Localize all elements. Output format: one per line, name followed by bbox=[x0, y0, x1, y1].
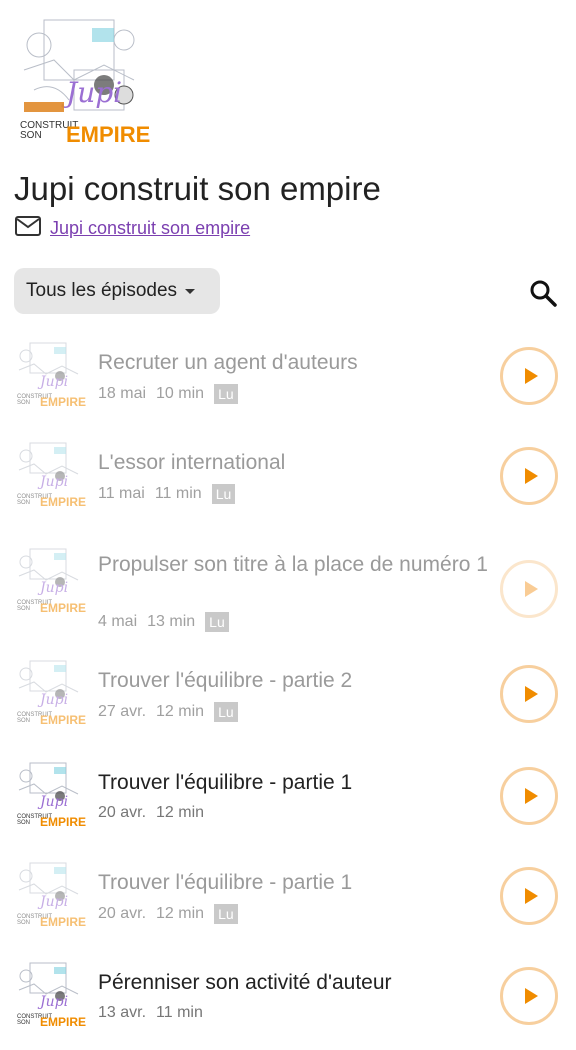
mail-icon[interactable] bbox=[14, 215, 42, 242]
episode-duration: 12 min bbox=[156, 703, 205, 720]
search-icon[interactable] bbox=[528, 278, 558, 308]
played-badge: Lu bbox=[214, 904, 238, 924]
author-row: Jupi construit son empire bbox=[14, 214, 250, 242]
play-icon bbox=[524, 581, 538, 597]
episode-date: 13 avr. bbox=[98, 1004, 147, 1021]
episode-title[interactable]: Pérenniser son activité d'auteur bbox=[98, 968, 498, 998]
play-icon bbox=[524, 368, 538, 384]
thumb-cover-sub2: SON bbox=[17, 820, 30, 826]
episode-duration: 12 min bbox=[156, 804, 205, 821]
episode-thumbnail: Jupi CONSTRUIT SON EMPIRE bbox=[14, 758, 86, 830]
play-icon bbox=[524, 988, 538, 1004]
svg-text:Jupi: Jupi bbox=[61, 76, 122, 109]
thumb-cover-title: Jupi bbox=[37, 894, 68, 910]
episode-thumbnail: Jupi CONSTRUIT SON EMPIRE bbox=[14, 544, 86, 616]
podcast-cover: Jupi CONSTRUIT SON EMPIRE bbox=[14, 10, 154, 150]
thumb-cover-title: Jupi bbox=[37, 580, 68, 596]
play-icon bbox=[524, 788, 538, 804]
play-icon bbox=[524, 888, 538, 904]
played-badge: Lu bbox=[214, 702, 238, 722]
episode-meta: 20 avr. 12 min Lu bbox=[98, 904, 238, 924]
episode-thumbnail: Jupi CONSTRUIT SON EMPIRE bbox=[14, 958, 86, 1030]
thumb-cover-sub2: SON bbox=[17, 400, 30, 406]
chevron-down-icon bbox=[185, 288, 196, 294]
play-button[interactable] bbox=[500, 665, 558, 723]
author-link[interactable]: Jupi construit son empire bbox=[50, 218, 250, 239]
play-button[interactable] bbox=[500, 347, 558, 405]
episode-meta: 20 avr. 12 min bbox=[98, 804, 204, 822]
episode-thumbnail: Jupi CONSTRUIT SON EMPIRE bbox=[14, 438, 86, 510]
episode-filter-dropdown[interactable]: Tous les épisodes bbox=[14, 268, 220, 314]
thumb-cover-sub2: SON bbox=[17, 718, 30, 724]
episode-title[interactable]: L'essor international bbox=[98, 448, 498, 478]
played-badge: Lu bbox=[205, 612, 229, 632]
play-button[interactable] bbox=[500, 560, 558, 618]
episode-date: 20 avr. bbox=[98, 804, 147, 821]
play-button[interactable] bbox=[500, 967, 558, 1025]
episode-meta: 27 avr. 12 min Lu bbox=[98, 702, 238, 722]
thumb-cover-title: Jupi bbox=[37, 474, 68, 490]
episode-duration: 13 min bbox=[147, 613, 196, 630]
played-badge: Lu bbox=[214, 384, 238, 404]
episode-duration: 11 min bbox=[156, 1004, 203, 1021]
episode-title[interactable]: Trouver l'équilibre - partie 1 bbox=[98, 868, 498, 898]
episode-thumbnail: Jupi CONSTRUIT SON EMPIRE bbox=[14, 858, 86, 930]
thumb-cover-title: Jupi bbox=[37, 794, 68, 810]
episode-duration: 11 min bbox=[154, 485, 202, 502]
episode-duration: 10 min bbox=[156, 385, 205, 402]
episode-title[interactable]: Trouver l'équilibre - partie 1 bbox=[98, 768, 498, 798]
episode-date: 18 mai bbox=[98, 385, 147, 402]
episode-meta: 11 mai 11 min Lu bbox=[98, 484, 236, 504]
episode-date: 20 avr. bbox=[98, 905, 147, 922]
play-button[interactable] bbox=[500, 867, 558, 925]
thumb-cover-title: Jupi bbox=[37, 692, 68, 708]
episode-row[interactable]: Jupi CONSTRUIT SON EMPIRE L'essor intern… bbox=[0, 430, 576, 530]
svg-text:EMPIRE: EMPIRE bbox=[66, 122, 150, 147]
filter-label: Tous les épisodes bbox=[26, 280, 178, 301]
thumb-cover-word: EMPIRE bbox=[40, 395, 86, 409]
thumb-cover-word: EMPIRE bbox=[40, 1015, 86, 1029]
play-button[interactable] bbox=[500, 767, 558, 825]
episode-row[interactable]: Jupi CONSTRUIT SON EMPIRE Trouver l'équi… bbox=[0, 750, 576, 850]
thumb-cover-sub2: SON bbox=[17, 500, 30, 506]
thumb-cover-word: EMPIRE bbox=[40, 915, 86, 929]
episode-row[interactable]: Jupi CONSTRUIT SON EMPIRE Propulser son … bbox=[0, 536, 576, 636]
episode-thumbnail: Jupi CONSTRUIT SON EMPIRE bbox=[14, 656, 86, 728]
episode-meta: 4 mai 13 min Lu bbox=[98, 612, 229, 632]
episode-row[interactable]: Jupi CONSTRUIT SON EMPIRE Recruter un ag… bbox=[0, 330, 576, 430]
episode-date: 11 mai bbox=[98, 485, 145, 502]
thumb-cover-sub2: SON bbox=[17, 920, 30, 926]
play-icon bbox=[524, 686, 538, 702]
episode-title[interactable]: Recruter un agent d'auteurs bbox=[98, 348, 498, 378]
podcast-title: Jupi construit son empire bbox=[14, 170, 381, 207]
thumb-cover-word: EMPIRE bbox=[40, 713, 86, 727]
episode-row[interactable]: Jupi CONSTRUIT SON EMPIRE Pérenniser son… bbox=[0, 950, 576, 1050]
episode-meta: 18 mai 10 min Lu bbox=[98, 384, 238, 404]
episode-title[interactable]: Trouver l'équilibre - partie 2 bbox=[98, 666, 498, 696]
thumb-cover-sub2: SON bbox=[17, 606, 30, 612]
played-badge: Lu bbox=[211, 484, 236, 504]
thumb-cover-title: Jupi bbox=[37, 374, 68, 390]
play-button[interactable] bbox=[500, 447, 558, 505]
episode-row[interactable]: Jupi CONSTRUIT SON EMPIRE Trouver l'équi… bbox=[0, 648, 576, 748]
episode-title[interactable]: Propulser son titre à la place de numéro… bbox=[98, 550, 498, 580]
episode-date: 27 avr. bbox=[98, 703, 147, 720]
episode-thumbnail: Jupi CONSTRUIT SON EMPIRE bbox=[14, 338, 86, 410]
svg-text:SON: SON bbox=[20, 130, 42, 141]
thumb-cover-word: EMPIRE bbox=[40, 601, 86, 615]
thumb-cover-word: EMPIRE bbox=[40, 815, 86, 829]
episode-meta: 13 avr. 11 min bbox=[98, 1004, 203, 1022]
play-icon bbox=[524, 468, 538, 484]
thumb-cover-title: Jupi bbox=[37, 994, 68, 1010]
episode-row[interactable]: Jupi CONSTRUIT SON EMPIRE Trouver l'équi… bbox=[0, 850, 576, 950]
episode-duration: 12 min bbox=[156, 905, 205, 922]
episode-date: 4 mai bbox=[98, 613, 138, 630]
thumb-cover-word: EMPIRE bbox=[40, 495, 86, 509]
thumb-cover-sub2: SON bbox=[17, 1020, 30, 1026]
